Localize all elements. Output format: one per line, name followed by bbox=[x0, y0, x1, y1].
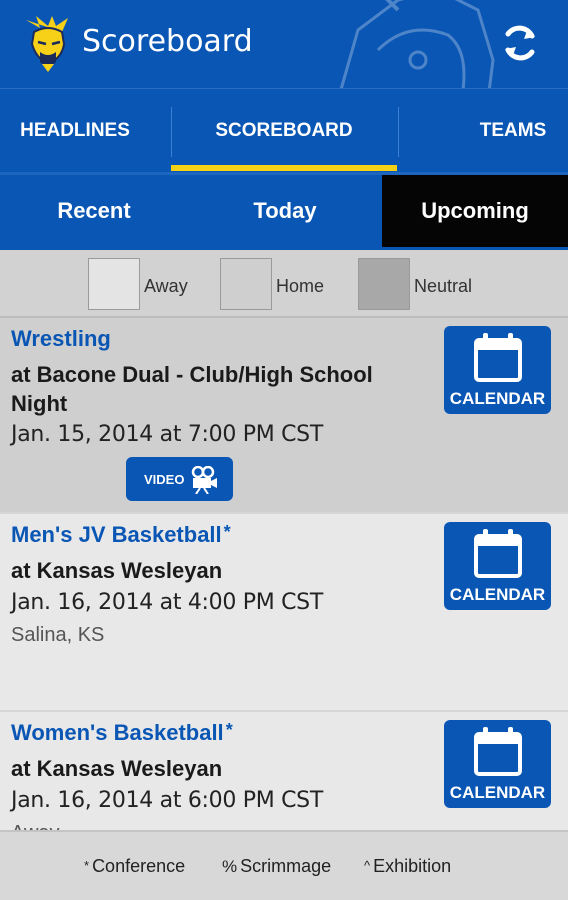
footer-legend: * Conference % Scrimmage ^ Exhibition bbox=[0, 830, 568, 900]
viking-logo-icon bbox=[26, 16, 68, 72]
event-sport: Women's Basketball * bbox=[11, 720, 233, 745]
calendar-button[interactable]: CALENDAR bbox=[444, 326, 551, 414]
tab-teams[interactable]: TEAMS bbox=[398, 89, 568, 173]
subtab-recent[interactable]: Recent bbox=[0, 175, 188, 247]
conference-mark: * bbox=[225, 720, 233, 740]
legend-swatch-home bbox=[220, 258, 272, 310]
app-title: Scoreboard bbox=[82, 24, 253, 59]
event-item[interactable]: Men's JV Basketball * at Kansas Wesleyan … bbox=[0, 512, 568, 710]
action-bar: Scoreboard bbox=[0, 0, 568, 88]
legend-swatch-away bbox=[88, 258, 140, 310]
footer-conference: * Conference bbox=[84, 856, 186, 876]
calendar-label: CALENDAR bbox=[449, 585, 546, 604]
footer-scrimmage: % Scrimmage bbox=[222, 856, 332, 876]
video-label: VIDEO bbox=[144, 472, 185, 487]
event-opponent: at Kansas Wesleyan bbox=[11, 756, 223, 781]
calendar-button[interactable]: CALENDAR bbox=[444, 720, 551, 808]
event-opponent: at Kansas Wesleyan bbox=[11, 558, 223, 583]
calendar-label: CALENDAR bbox=[449, 783, 546, 802]
event-location: Away bbox=[11, 822, 60, 830]
selected-tab-indicator bbox=[171, 165, 397, 171]
legend-swatch-neutral bbox=[358, 258, 410, 310]
calendar-button[interactable]: CALENDAR bbox=[444, 522, 551, 610]
event-sport: Men's JV Basketball * bbox=[11, 522, 231, 547]
tab-scoreboard[interactable]: SCOREBOARD bbox=[171, 89, 397, 173]
event-opponent: at Bacone Dual - Club/High School Night bbox=[11, 362, 373, 416]
conference-mark: * bbox=[223, 522, 231, 542]
footer-exhibition: ^ Exhibition bbox=[364, 856, 452, 876]
main-tabs: HEADLINES SCOREBOARD TEAMS bbox=[0, 88, 568, 172]
event-datetime: Jan. 16, 2014 at 4:00 PM CST bbox=[11, 590, 323, 615]
subtab-today[interactable]: Today bbox=[188, 175, 382, 247]
refresh-icon[interactable] bbox=[500, 22, 540, 64]
event-item[interactable]: Women's Basketball * at Kansas Wesleyan J… bbox=[0, 710, 568, 830]
calendar-icon bbox=[474, 333, 522, 382]
legend-label-neutral: Neutral bbox=[414, 276, 473, 296]
event-sport: Wrestling bbox=[11, 326, 111, 351]
tab-headlines[interactable]: HEADLINES bbox=[0, 89, 170, 173]
video-camera-icon bbox=[191, 466, 217, 494]
subtab-upcoming[interactable]: Upcoming bbox=[382, 175, 568, 247]
event-datetime: Jan. 16, 2014 at 6:00 PM CST bbox=[11, 788, 323, 813]
sub-tabs: Recent Today Upcoming bbox=[0, 172, 568, 250]
video-button[interactable]: VIDEO bbox=[126, 457, 233, 501]
viking-watermark-icon bbox=[339, 0, 495, 88]
event-location: Salina, KS bbox=[11, 624, 105, 646]
calendar-icon bbox=[474, 727, 522, 776]
event-item[interactable]: Wrestling at Bacone Dual - Club/High Sch… bbox=[0, 318, 568, 512]
legend-label-away: Away bbox=[144, 276, 188, 296]
legend-label-home: Home bbox=[276, 276, 325, 296]
calendar-label: CALENDAR bbox=[449, 389, 546, 408]
location-legend: Away Home Neutral bbox=[0, 250, 568, 318]
calendar-icon bbox=[474, 529, 522, 578]
event-datetime: Jan. 15, 2014 at 7:00 PM CST bbox=[11, 422, 323, 447]
